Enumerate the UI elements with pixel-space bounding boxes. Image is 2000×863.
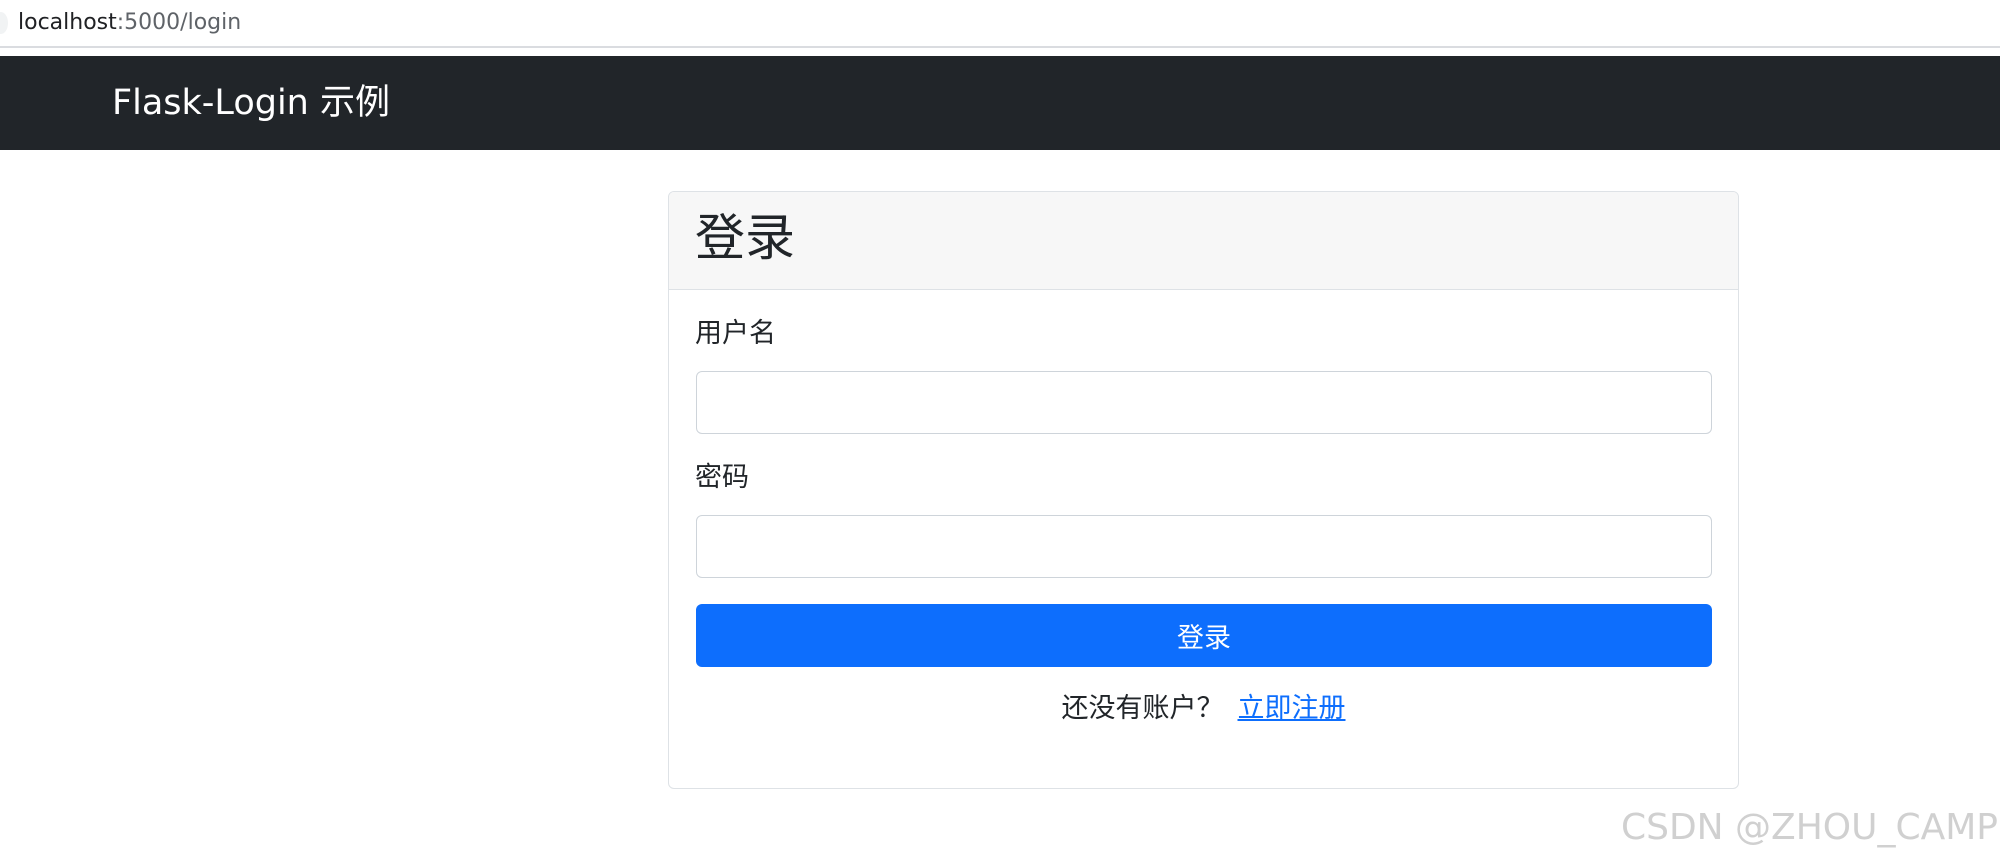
url-text[interactable]: localhost:5000/login: [18, 9, 241, 37]
login-card: 登录 用户名 密码 登录 还没有账户？ 立即注册: [668, 191, 1739, 789]
password-input[interactable]: [696, 515, 1712, 578]
watermark: CSDN @ZHOU_CAMP: [1620, 807, 1998, 848]
username-label: 用户名: [695, 318, 776, 349]
register-prompt-text: 还没有账户？: [1061, 693, 1224, 724]
register-prompt-line: 还没有账户？ 立即注册: [669, 692, 1738, 726]
password-label: 密码: [695, 462, 749, 493]
site-info-icon[interactable]: [0, 12, 8, 34]
login-button[interactable]: 登录: [696, 604, 1712, 667]
url-path: :5000/login: [116, 10, 242, 35]
navbar-brand[interactable]: Flask-Login 示例: [112, 82, 390, 124]
navbar: Flask-Login 示例: [0, 56, 2000, 150]
card-header: 登录: [669, 192, 1738, 290]
register-link[interactable]: 立即注册: [1238, 693, 1346, 724]
url-host: localhost: [18, 10, 117, 35]
browser-address-bar[interactable]: localhost:5000/login: [0, 0, 2000, 48]
username-input[interactable]: [696, 371, 1712, 434]
card-title: 登录: [695, 209, 795, 267]
